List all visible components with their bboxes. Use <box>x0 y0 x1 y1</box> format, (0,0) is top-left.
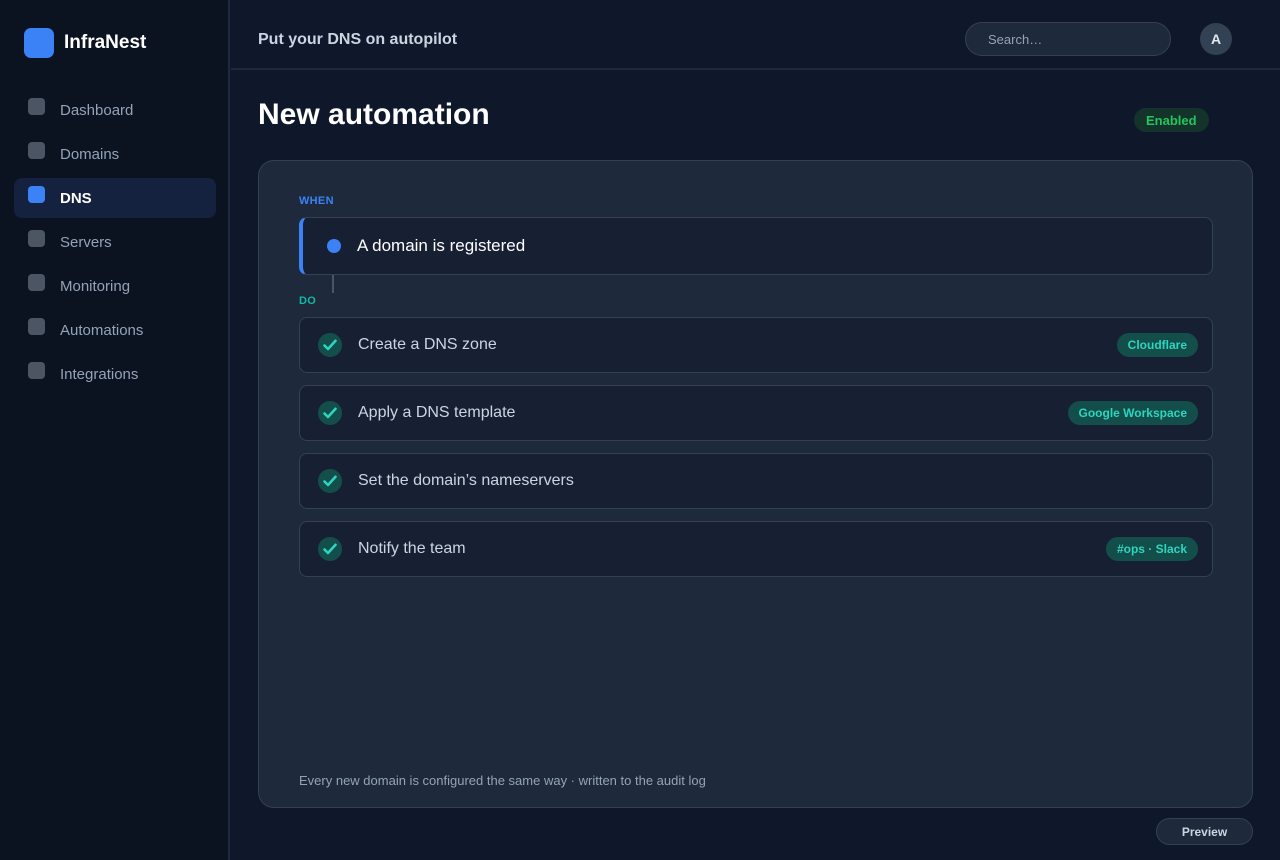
step-connector <box>332 275 334 293</box>
app-root: InfraNest Dashboard Domains DNS Servers … <box>0 0 1280 860</box>
sidebar-item-label: Domains <box>60 145 120 163</box>
action-label: Apply a DNS template <box>358 404 516 421</box>
action-step[interactable]: Set the domain’s nameservers <box>299 453 1213 509</box>
check-icon <box>318 333 342 357</box>
preview-button[interactable]: Preview <box>1156 818 1253 845</box>
status-badge: Enabled <box>1134 108 1209 132</box>
action-step[interactable]: Apply a DNS template Google Workspace <box>299 385 1213 441</box>
sidebar-item-integrations[interactable]: Integrations <box>14 354 216 394</box>
integration-tag: Google Workspace <box>1067 401 1198 425</box>
sidebar-item-monitoring[interactable]: Monitoring <box>14 266 216 306</box>
sidebar-nav: Dashboard Domains DNS Servers Monitoring… <box>14 90 216 398</box>
integration-tag: Cloudflare <box>1116 333 1198 357</box>
action-label: Create a DNS zone <box>358 336 497 353</box>
sidebar-item-label: Automations <box>60 321 144 339</box>
action-step[interactable]: Create a DNS zone Cloudflare <box>299 317 1213 373</box>
automation-card: WHEN A domain is registered DO Create a … <box>258 160 1253 808</box>
dns-icon <box>28 186 45 203</box>
when-label: WHEN <box>299 195 334 207</box>
brand-logo-icon <box>24 28 54 58</box>
action-label: Set the domain’s nameservers <box>358 472 574 489</box>
servers-icon <box>28 230 45 247</box>
action-step[interactable]: Notify the team #ops · Slack <box>299 521 1213 577</box>
automations-icon <box>28 318 45 335</box>
sidebar-item-servers[interactable]: Servers <box>14 222 216 262</box>
avatar[interactable]: A <box>1200 23 1232 55</box>
check-icon <box>318 469 342 493</box>
tagline: Put your DNS on autopilot <box>258 31 458 48</box>
check-icon <box>318 537 342 561</box>
integration-tag: #ops · Slack <box>1105 537 1198 561</box>
sidebar-item-label: DNS <box>60 189 92 207</box>
sidebar-item-domains[interactable]: Domains <box>14 134 216 174</box>
trigger-label: A domain is registered <box>357 236 526 255</box>
sidebar-item-dashboard[interactable]: Dashboard <box>14 90 216 130</box>
sidebar-item-label: Integrations <box>60 365 139 383</box>
search-input[interactable] <box>965 22 1171 56</box>
sidebar-item-label: Dashboard <box>60 101 134 119</box>
do-label: DO <box>299 295 317 307</box>
trigger-step[interactable]: A domain is registered <box>299 217 1213 275</box>
sidebar: InfraNest Dashboard Domains DNS Servers … <box>0 0 230 860</box>
sidebar-item-dns[interactable]: DNS <box>14 178 216 218</box>
domains-icon <box>28 142 45 159</box>
dashboard-icon <box>28 98 45 115</box>
sidebar-item-automations[interactable]: Automations <box>14 310 216 350</box>
page-title: New automation <box>258 98 490 131</box>
sidebar-item-label: Monitoring <box>60 277 131 295</box>
check-icon <box>318 401 342 425</box>
topbar: Put your DNS on autopilot A <box>231 0 1280 70</box>
brand-name: InfraNest <box>64 32 147 53</box>
brand[interactable]: InfraNest <box>24 28 146 58</box>
footer-note: Every new domain is configured the same … <box>299 773 706 788</box>
integrations-icon <box>28 362 45 379</box>
trigger-dot-icon <box>327 239 341 253</box>
monitoring-icon <box>28 274 45 291</box>
action-label: Notify the team <box>358 540 466 557</box>
sidebar-item-label: Servers <box>60 233 112 251</box>
